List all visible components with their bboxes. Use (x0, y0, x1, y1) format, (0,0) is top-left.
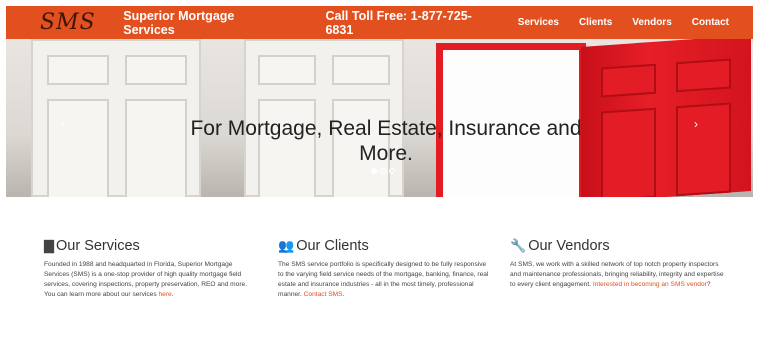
door-panel (332, 55, 390, 85)
hero-title: For Mortgage, Real Estate, Insurance and… (156, 117, 616, 167)
logo[interactable]: SMS (40, 11, 111, 34)
vendors-heading: 🔧 Our Vendors (510, 238, 725, 254)
door-panel (676, 58, 731, 93)
carousel-dot[interactable] (371, 168, 377, 174)
carousel-dot[interactable] (389, 168, 395, 174)
clients-section: 👥 Our Clients The SMS service portfolio … (278, 238, 493, 300)
hero-title-line1: For Mortgage, Real Estate, Insurance and (190, 117, 582, 140)
toll-free-phone: Call Toll Free: 1-877-725-6831 (325, 8, 472, 37)
vendors-section: 🔧 Our Vendors At SMS, we work with a ski… (510, 238, 725, 290)
hero-title-line2: More. (359, 141, 413, 165)
carousel-next-icon[interactable]: › (694, 117, 698, 131)
carousel-indicators (371, 168, 395, 174)
nav-services[interactable]: Services (518, 17, 559, 28)
door-panel (258, 55, 316, 85)
wrench-icon: 🔧 (510, 238, 527, 253)
users-icon: 👥 (278, 238, 295, 253)
services-heading: ▇ Our Services (44, 238, 259, 254)
carousel-prev-icon[interactable]: ‹ (61, 117, 65, 131)
main-nav: Services Clients Vendors Contact (498, 17, 729, 28)
header-bar: SMS Superior Mortgage Services Call Toll… (6, 6, 753, 39)
door-panel (601, 63, 656, 98)
nav-clients[interactable]: Clients (579, 17, 612, 28)
door-panel (47, 55, 109, 85)
nav-vendors[interactable]: Vendors (632, 17, 671, 28)
hero-carousel: ‹ › For Mortgage, Real Estate, Insurance… (6, 39, 753, 197)
carousel-dot[interactable] (380, 168, 386, 174)
door-panel (676, 102, 731, 197)
clients-heading-text: Our Clients (296, 238, 369, 254)
clients-text: The SMS service portfolio is specificall… (278, 261, 489, 299)
services-section: ▇ Our Services Founded in 1988 and headq… (44, 238, 259, 300)
services-text: Founded in 1988 and headquarted in Flori… (44, 261, 248, 299)
door-panel (125, 55, 187, 85)
become-vendor-link[interactable]: Interested in becoming an SMS vendor (593, 281, 707, 288)
clients-heading: 👥 Our Clients (278, 238, 493, 254)
document-icon: ▇ (44, 238, 54, 253)
brand-name[interactable]: Superior Mortgage Services (123, 9, 287, 37)
nav-contact[interactable]: Contact (692, 17, 729, 28)
services-heading-text: Our Services (56, 238, 140, 254)
door-panel (47, 99, 109, 197)
vendors-text: At SMS, we work with a skilled network o… (510, 261, 724, 289)
contact-sms-link[interactable]: Contact SMS (304, 291, 343, 298)
services-here-link[interactable]: here (158, 291, 171, 298)
vendors-heading-text: Our Vendors (528, 238, 610, 254)
